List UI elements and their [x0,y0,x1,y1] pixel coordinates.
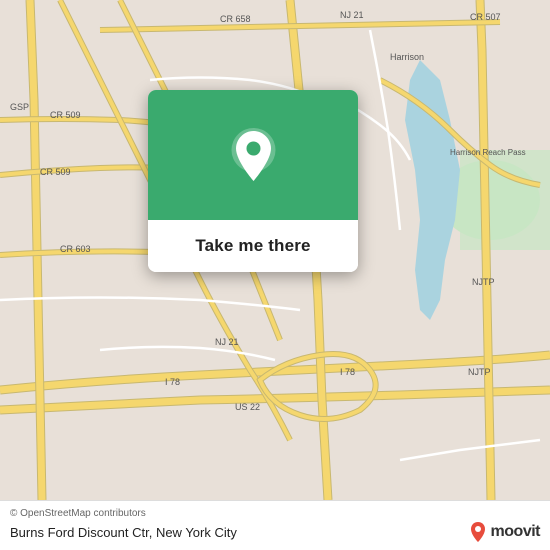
moovit-logo: moovit [469,521,540,543]
take-me-there-button[interactable]: Take me there [148,220,358,272]
copyright-line: © OpenStreetMap contributors [10,508,540,519]
road-label-us22: US 22 [235,402,260,412]
road-label-cr509-1: CR 509 [50,110,81,120]
road-label-cr658: CR 658 [220,14,251,24]
road-label-harrison: Harrison [390,52,424,62]
location-text: Burns Ford Discount Ctr, New York City [10,525,237,540]
road-label-cr507: CR 507 [470,12,501,22]
copyright-text: © OpenStreetMap contributors [10,508,146,519]
popup-green-area [148,90,358,220]
road-label-gsp: GSP [10,102,29,112]
popup-card: Take me there [148,90,358,272]
location-pin-icon [226,123,281,188]
road-label-cr509-2: CR 509 [40,167,71,177]
moovit-pin-icon [469,521,487,543]
map-container: CR 658 NJ 21 CR 507 GSP CR 509 CR 509 CR… [0,0,550,500]
road-label-i78: I 78 [165,377,180,387]
road-label-cr603: CR 603 [60,244,91,254]
road-label-njtp-1: NJTP [472,277,495,287]
road-label-harrison-reach: Harrison Reach Pass [450,148,526,157]
road-label-i78-2: I 78 [340,367,355,377]
road-label-nj21-low: NJ 21 [215,337,239,347]
bottom-bar: © OpenStreetMap contributors Burns Ford … [0,500,550,550]
location-line: Burns Ford Discount Ctr, New York City m… [10,521,540,543]
moovit-wordmark: moovit [491,523,540,541]
road-label-njtp-2: NJTP [468,367,491,377]
road-label-nj21-top: NJ 21 [340,10,364,20]
